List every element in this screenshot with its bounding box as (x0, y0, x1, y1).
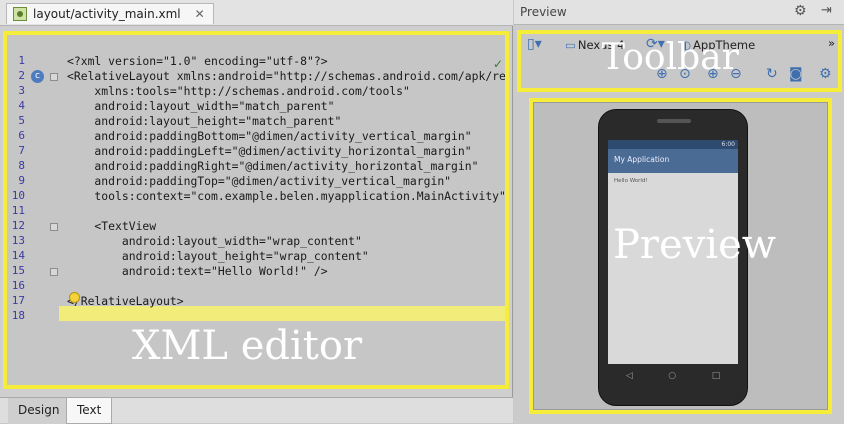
preview-title: Preview (520, 5, 567, 19)
line-number: 15 (11, 264, 25, 277)
line-number: 16 (11, 279, 25, 292)
tab-text[interactable]: Text (66, 398, 113, 424)
device-icon: ▭ (565, 38, 576, 52)
line-number: 17 (11, 294, 25, 307)
nav-bar: ◁ ○ □ (608, 364, 738, 388)
code-line: xmlns:tools="http://schemas.android.com/… (67, 84, 410, 98)
screenshot-icon[interactable]: ◙ (789, 66, 803, 82)
line-number: 18 (11, 309, 25, 322)
recents-icon: □ (711, 371, 721, 381)
gear-icon[interactable]: ⚙ (794, 3, 807, 19)
app-bar: My Application (608, 149, 738, 173)
line-number: 7 (18, 144, 25, 157)
hello-text: Hello World! (614, 178, 648, 184)
line-number: 13 (11, 234, 25, 247)
preview-title-bar: Preview ⚙ ⇥ (514, 0, 844, 25)
xml-editor-label: XML editor (132, 323, 363, 369)
code-line: android:layout_width="wrap_content" (67, 234, 362, 248)
code-line: android:text="Hello World!" /> (67, 264, 328, 278)
code-line: android:paddingLeft="@dimen/activity_hor… (67, 144, 472, 158)
editor-tab-bar: layout/activity_main.xml ✕ (0, 0, 513, 26)
tab-design[interactable]: Design (8, 398, 71, 424)
close-icon[interactable]: ✕ (195, 7, 205, 21)
fold-marker-icon[interactable] (50, 73, 58, 81)
line-number: 10 (11, 189, 25, 202)
code-line: <?xml version="1.0" encoding="utf-8"?> (67, 54, 328, 68)
line-number: 5 (18, 114, 25, 127)
code-line: <TextView (67, 219, 157, 233)
line-number: 1 (18, 54, 25, 67)
xml-editor[interactable]: 1 2 3 4 5 6 7 8 9 10 11 12 13 14 15 16 1… (3, 31, 509, 389)
code-line: android:layout_height="wrap_content" (67, 249, 369, 263)
check-icon: ✓ (492, 57, 503, 71)
editor-pane: layout/activity_main.xml ✕ 1 2 3 4 5 6 7… (0, 0, 513, 424)
file-tab-label: layout/activity_main.xml (33, 7, 181, 21)
code-line: android:layout_width="match_parent" (67, 99, 335, 113)
home-icon: ○ (668, 371, 677, 381)
line-number: 8 (18, 159, 25, 172)
preview-toolbar: ▯▾ ▭ Nexus 4 ⟳▾ ◐ AppTheme » ⊕ ⊙ ⊕ ⊖ ↻ ◙… (517, 30, 842, 92)
code-line: android:paddingRight="@dimen/activity_ho… (67, 159, 479, 173)
preview-label: Preview (613, 222, 777, 268)
more-toolbar-icon[interactable]: » (828, 36, 835, 50)
line-number: 11 (11, 204, 25, 217)
code-line: tools:context="com.example.belen.myappli… (67, 189, 506, 203)
gear-icon[interactable]: ⚙ (819, 66, 832, 82)
intention-bulb-icon[interactable] (69, 292, 80, 303)
layout-versions-icon[interactable]: ▯▾ (527, 36, 542, 52)
line-number: 14 (11, 249, 25, 262)
line-number: 3 (18, 84, 25, 97)
line-number-gutter: 1 2 3 4 5 6 7 8 9 10 11 12 13 14 15 16 1… (7, 35, 59, 385)
code-line: android:paddingTop="@dimen/activity_vert… (67, 174, 452, 188)
xml-file-icon (13, 7, 27, 21)
file-tab[interactable]: layout/activity_main.xml ✕ (6, 3, 214, 24)
app-title: My Application (614, 155, 670, 164)
phone-speaker (657, 119, 691, 123)
code-line: <RelativeLayout xmlns:android="http://sc… (67, 69, 506, 83)
line-number: 12 (11, 219, 25, 232)
hide-panel-icon[interactable]: ⇥ (821, 3, 832, 18)
code-line: </RelativeLayout> (67, 294, 184, 308)
layout-preview: 6:00 My Application Hello World! ◁ ○ □ P… (529, 98, 832, 414)
fold-marker-icon[interactable] (50, 268, 58, 276)
code-line: android:paddingBottom="@dimen/activity_v… (67, 129, 472, 143)
line-number: 4 (18, 99, 25, 112)
line-number: 2 (18, 69, 25, 82)
status-bar: 6:00 (608, 140, 738, 149)
toolbar-label: Toolbar (601, 37, 739, 78)
fold-marker-icon[interactable] (50, 223, 58, 231)
back-icon: ◁ (625, 371, 633, 381)
code-line: android:layout_height="match_parent" (67, 114, 342, 128)
editor-mode-tabs: Design Text (0, 397, 513, 424)
line-number: 6 (18, 129, 25, 142)
preview-pane: Preview ⚙ ⇥ ▯▾ ▭ Nexus 4 ⟳▾ ◐ AppTheme »… (514, 0, 844, 423)
line-number: 9 (18, 174, 25, 187)
refresh-icon[interactable]: ↻ (766, 66, 778, 82)
class-gutter-icon[interactable]: c (31, 70, 44, 83)
